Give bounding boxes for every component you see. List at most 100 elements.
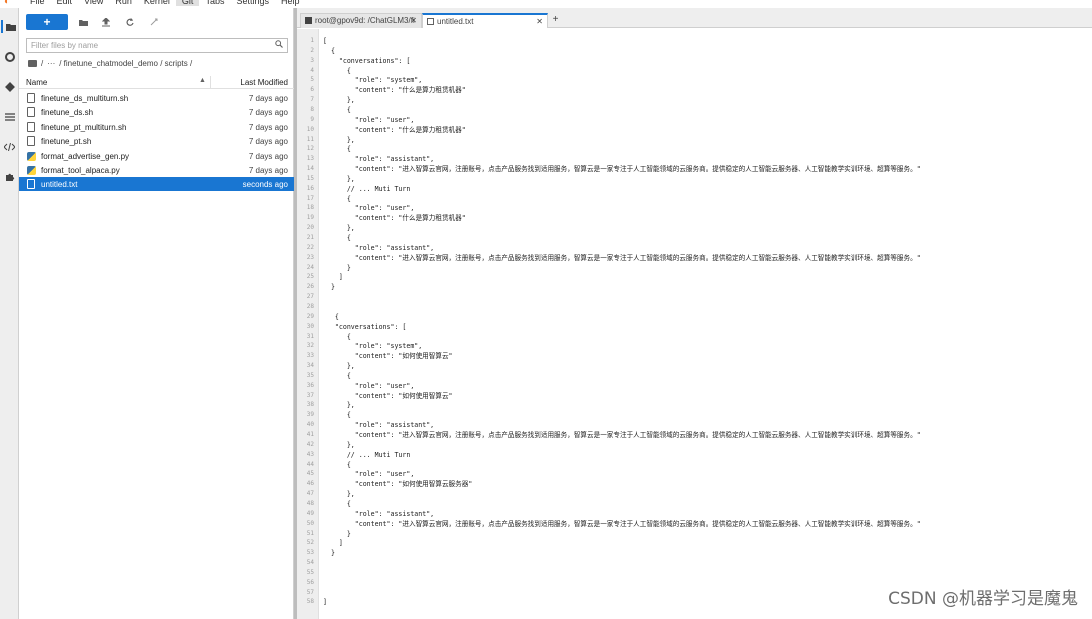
menu-item-edit[interactable]: Edit	[51, 0, 79, 6]
line-number: 29	[306, 312, 314, 320]
code-line: {	[323, 105, 351, 114]
line-number: 22	[306, 243, 314, 251]
file-filter-input[interactable]: Filter files by name	[26, 38, 288, 53]
file-icon	[27, 107, 35, 118]
running-icon[interactable]	[3, 50, 16, 63]
menu-item-view[interactable]: View	[78, 0, 109, 6]
menu-item-help[interactable]: Help	[275, 0, 306, 6]
menu-item-file[interactable]: File	[24, 0, 51, 6]
tab-terminal[interactable]: root@gpov9d: /ChatGLM3/fi ✕	[300, 13, 422, 28]
terminal-icon	[305, 17, 312, 24]
code-line: },	[323, 362, 355, 371]
line-number: 43	[306, 450, 314, 458]
close-icon[interactable]: ✕	[536, 17, 543, 26]
code-line: {	[323, 194, 351, 203]
file-name: format_tool_alpaca.py	[41, 166, 120, 175]
line-number: 45	[306, 470, 314, 478]
folder-icon[interactable]	[28, 60, 37, 67]
new-folder-icon[interactable]	[76, 15, 90, 29]
line-number: 19	[306, 214, 314, 222]
file-row[interactable]: format_tool_alpaca.py 7 days ago	[19, 163, 294, 177]
menu-item-kernel[interactable]: Kernel	[138, 0, 176, 6]
line-number: 17	[306, 194, 314, 202]
add-tab-button[interactable]: +	[550, 14, 561, 26]
line-number: 21	[306, 234, 314, 241]
code-line: [	[323, 37, 327, 45]
menu-item-run[interactable]: Run	[109, 0, 138, 6]
code-line: "content": "进入智算云官网，注册账号，点击产品服务找到适用服务，智算…	[323, 519, 921, 528]
code-line: "role": "assistant",	[323, 509, 435, 518]
code-line: {	[323, 499, 351, 508]
line-number: 33	[306, 352, 314, 360]
file-name: finetune_ds.sh	[41, 108, 94, 118]
breadcrumb: / ··· / finetune_chatmodel_demo / script…	[28, 59, 192, 68]
code-line: "conversations": [	[323, 322, 407, 331]
file-row[interactable]: finetune_ds.sh 7 days ago	[19, 105, 294, 119]
code-line: },	[323, 440, 355, 449]
file-icon	[27, 136, 35, 147]
new-launcher-button[interactable]: +	[26, 14, 68, 30]
git-icon[interactable]	[3, 80, 16, 93]
file-row[interactable]: untitled.txt seconds ago	[19, 177, 294, 192]
python-file-icon	[27, 166, 36, 175]
file-row[interactable]: finetune_pt_multiturn.sh 7 days ago	[19, 120, 294, 134]
code-line: {	[323, 312, 339, 321]
code-line: "role": "assistant",	[323, 421, 435, 430]
column-name-header[interactable]: Name	[26, 78, 47, 87]
sort-ascending-icon[interactable]: ▲	[199, 77, 206, 84]
file-name: finetune_pt.sh	[41, 137, 92, 147]
extension-icon[interactable]	[3, 170, 16, 183]
code-line: {	[323, 460, 351, 469]
table-of-contents-icon[interactable]	[3, 110, 16, 123]
code-line: }	[323, 549, 335, 558]
code-line: },	[323, 135, 355, 144]
file-row[interactable]: finetune_ds_multiturn.sh 7 days ago	[19, 91, 294, 105]
file-row[interactable]: finetune_pt.sh 7 days ago	[19, 134, 294, 148]
upload-icon[interactable]	[99, 15, 113, 29]
text-editor[interactable]: 1 2 3 4 5 6 7 8 9 10 11 12 13 14 15 16 17 18 19 20 21 22 23 24 2…	[297, 29, 1092, 619]
line-number: 50	[306, 519, 314, 527]
code-content[interactable]: [ { "conversations": [ { "role": "system…	[323, 29, 1088, 619]
line-number: 11	[306, 135, 314, 143]
line-number: 27	[306, 293, 314, 301]
code-line: {	[323, 371, 351, 380]
breadcrumb-root[interactable]: /	[41, 59, 43, 68]
file-modified: seconds ago	[242, 180, 288, 190]
line-number: 8	[310, 105, 314, 113]
code-line: "content": "进入智算云官网，注册账号，点击产品服务找到适用服务，智算…	[323, 253, 921, 262]
menu-bar: ◐ File Edit View Run Kernel Git Tabs Settings He…	[0, 0, 1092, 8]
line-number: 20	[306, 224, 314, 232]
editor-tab-bar: root@gpov9d: /ChatGLM3/fi ✕ untitled.txt…	[297, 8, 1092, 28]
column-modified-header[interactable]: Last Modified	[240, 78, 288, 87]
code-line: },	[323, 401, 355, 410]
line-number: 44	[306, 460, 314, 468]
menu-item-settings[interactable]: Settings	[230, 0, 275, 6]
line-number: 49	[306, 509, 314, 517]
file-browser-toolbar: +	[19, 8, 294, 36]
line-number: 40	[306, 421, 314, 429]
code-line: {	[323, 46, 335, 55]
line-number: 48	[306, 499, 314, 507]
code-icon[interactable]	[3, 140, 16, 153]
line-number: 10	[306, 125, 314, 133]
line-number: 28	[306, 302, 314, 310]
line-number: 3	[310, 56, 314, 64]
code-line: ]	[323, 273, 343, 282]
file-row[interactable]: format_advertise_gen.py 7 days ago	[19, 149, 294, 163]
code-line: ]	[323, 598, 327, 607]
menu-item-tabs[interactable]: Tabs	[199, 0, 230, 6]
file-modified: 7 days ago	[248, 94, 288, 103]
line-number: 57	[306, 588, 314, 596]
close-icon[interactable]: ✕	[410, 16, 417, 25]
folder-icon[interactable]	[1, 20, 18, 33]
menu-item-git[interactable]: Git	[175, 0, 200, 6]
file-name: finetune_pt_multiturn.sh	[41, 122, 127, 132]
breadcrumb-path[interactable]: / finetune_chatmodel_demo / scripts /	[59, 59, 192, 68]
code-line: "role": "user",	[323, 381, 415, 390]
code-line: "role": "user",	[323, 470, 415, 479]
tab-untitled[interactable]: untitled.txt ✕	[422, 13, 548, 28]
column-divider[interactable]	[210, 76, 211, 89]
git-clone-icon[interactable]	[147, 15, 161, 29]
refresh-icon[interactable]	[123, 15, 137, 29]
breadcrumb-ellipsis[interactable]: ···	[47, 59, 55, 68]
